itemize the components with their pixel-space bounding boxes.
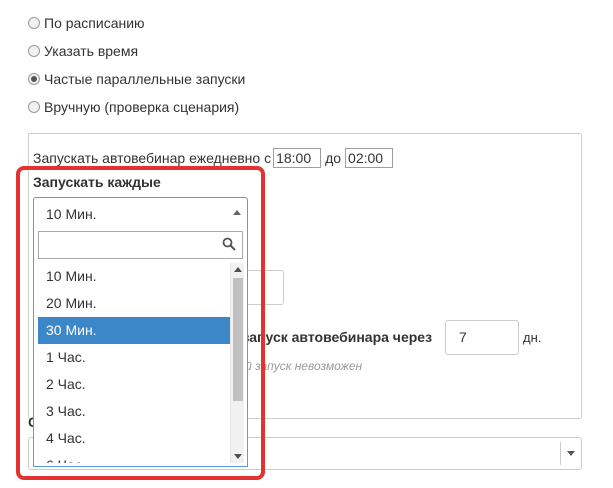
- dropdown-option[interactable]: 4 Час.: [38, 425, 242, 452]
- start-time-input[interactable]: 18:00: [273, 148, 322, 168]
- restart-label: й запуск автовебинара через: [230, 329, 433, 345]
- dropdown-scrollbar[interactable]: [230, 263, 244, 463]
- interval-select[interactable]: 10 Мин.: [33, 197, 248, 229]
- radio-label: Указать время: [44, 43, 139, 59]
- search-icon: [222, 237, 236, 251]
- radio-schedule[interactable]: По расписанию: [28, 13, 145, 33]
- scrollbar-thumb[interactable]: [233, 278, 243, 401]
- interval-selected-value: 10 Мин.: [46, 206, 97, 222]
- daily-run-line: Запускать автовебинар ежедневно с 18:00 …: [33, 147, 394, 169]
- interval-label: Запускать каждые: [33, 174, 161, 190]
- radio-manual[interactable]: Вручную (проверка сценария): [28, 97, 239, 117]
- chevron-up-icon: [233, 210, 241, 215]
- dropdown-option[interactable]: 2 Час.: [38, 371, 242, 398]
- restart-hint: вый запуск невозможен: [230, 359, 363, 373]
- radio-button-checked[interactable]: [28, 73, 40, 85]
- days-suffix: дн.: [523, 330, 542, 345]
- radio-label: По расписанию: [44, 15, 145, 31]
- end-time-input[interactable]: 02:00: [345, 148, 394, 168]
- dropdown-option[interactable]: 20 Мин.: [38, 290, 242, 317]
- dropdown-option[interactable]: 10 Мин.: [38, 263, 242, 290]
- daily-prefix: Запускать автовебинар ежедневно с: [33, 150, 272, 166]
- dropdown-option[interactable]: 1 Час.: [38, 344, 242, 371]
- dropdown-body: 10 Мин. 20 Мин. 30 Мин. 1 Час. 2 Час. 3 Час. 4…: [33, 229, 248, 467]
- radio-specify-time[interactable]: Указать время: [28, 41, 138, 61]
- radio-button[interactable]: [28, 45, 40, 57]
- radio-frequent-parallel[interactable]: Частые параллельные запуски: [28, 69, 245, 89]
- radio-button[interactable]: [28, 101, 40, 113]
- select-divider: [560, 442, 561, 465]
- restart-days-input[interactable]: 7: [445, 320, 519, 355]
- radio-label: Вручную (проверка сценария): [44, 99, 240, 115]
- scroll-up-arrow-icon[interactable]: [234, 267, 242, 272]
- dropdown-search-input[interactable]: [38, 231, 243, 259]
- daily-between: до: [325, 150, 342, 166]
- dropdown-option[interactable]: 3 Час.: [38, 398, 242, 425]
- radio-label: Частые параллельные запуски: [44, 71, 246, 87]
- scroll-down-arrow-icon[interactable]: [234, 454, 242, 459]
- radio-button[interactable]: [28, 17, 40, 29]
- interval-dropdown[interactable]: 10 Мин. 10 Мин. 20 Мин. 30 Мин. 1 Час. 2 Час…: [33, 197, 248, 467]
- dropdown-options-list: 10 Мин. 20 Мин. 30 Мин. 1 Час. 2 Час. 3 Час. 4…: [38, 263, 242, 463]
- dropdown-option[interactable]: 6 Час.: [38, 452, 242, 463]
- chevron-down-icon: [567, 451, 575, 456]
- dropdown-option[interactable]: 30 Мин.: [38, 317, 242, 344]
